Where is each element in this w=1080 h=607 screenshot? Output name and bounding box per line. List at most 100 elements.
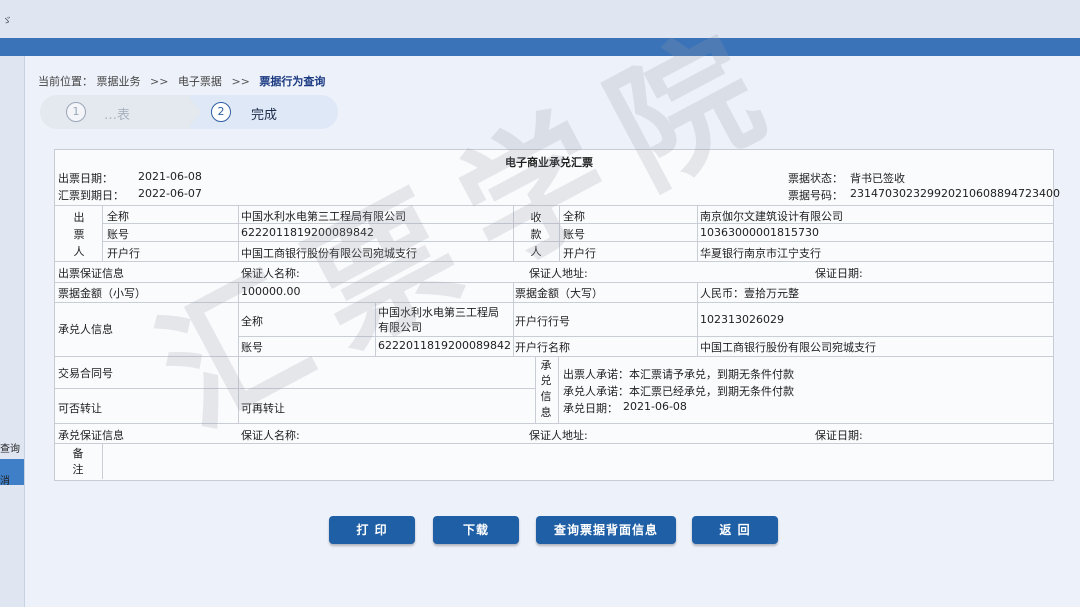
grid-line: [513, 205, 514, 261]
grid-line: [697, 205, 698, 261]
grid-line: [55, 388, 535, 389]
issue-guarantor-address-label: 保证人地址:: [529, 267, 588, 280]
grid-line: [559, 205, 560, 261]
grid-line: [697, 282, 698, 356]
transferable-value: 可再转让: [241, 402, 285, 415]
amount-small-label: 票据金额（小写）: [58, 287, 146, 300]
sidebar: 查询 消: [0, 56, 25, 607]
breadcrumb-item[interactable]: 票据业务: [97, 75, 141, 88]
breadcrumb-current: 票据行为查询: [259, 75, 326, 88]
breadcrumb: 当前位置： 票据业务 >> 电子票据 >> 票据行为查询: [38, 73, 325, 89]
payee-fullname-label: 全称: [563, 210, 585, 223]
acceptance-label-char: 信: [540, 390, 552, 403]
transferable-label: 可否转让: [58, 402, 102, 415]
grid-line: [55, 282, 1053, 283]
acceptor-account: 6222011819200089842: [378, 339, 511, 352]
payee-label-char: 人: [530, 245, 542, 258]
step-number: 2: [211, 102, 231, 122]
acceptance-label-char: 兑: [540, 374, 552, 387]
acceptor-fullname-line1: 中国水利水电第三工程局: [378, 306, 499, 319]
payee-account-label: 账号: [563, 228, 585, 241]
top-header: ゞ: [0, 0, 1080, 38]
status-value: 背书已签收: [850, 172, 905, 185]
grid-line: [513, 282, 514, 356]
acceptor-bank-name: 中国工商银行股份有限公司宛城支行: [700, 341, 876, 354]
acceptor-fullname-line2: 有限公司: [378, 321, 422, 334]
accept-guarantee-date-label: 保证日期:: [815, 429, 863, 442]
drawer-account-label: 账号: [107, 228, 129, 241]
breadcrumb-separator: >>: [231, 75, 250, 88]
print-button[interactable]: 打 印: [329, 516, 415, 544]
bill-title: 电子商业承兑汇票: [505, 156, 593, 169]
drawer-label-char: 出: [73, 211, 85, 224]
drawer-fullname: 中国水利水电第三工程局有限公司: [241, 210, 406, 223]
grid-line: [55, 443, 1053, 444]
payee-bank-label: 开户行: [563, 247, 596, 260]
amount-big: 人民币：壹拾万元整: [700, 287, 799, 300]
drawer-label-char: 票: [73, 228, 85, 241]
sidebar-item-cancel[interactable]: 消: [0, 472, 24, 487]
accept-guarantor-address-label: 保证人地址:: [529, 429, 588, 442]
step-arrow: [186, 95, 202, 129]
payee-label-char: 收: [530, 211, 542, 224]
breadcrumb-item[interactable]: 电子票据: [178, 75, 222, 88]
acceptor-bank-name-label: 开户行名称: [515, 341, 570, 354]
sidebar-item-query[interactable]: 查询: [0, 440, 24, 455]
bill-panel: 电子商业承兑汇票 出票日期： 2021-06-08 汇票到期日： 2022-06…: [54, 149, 1060, 481]
grid-line: [535, 356, 536, 423]
step-number: 1: [66, 102, 86, 122]
issue-date: 2021-06-08: [138, 170, 202, 183]
drawer-label-char: 人: [73, 245, 85, 258]
status-label: 票据状态：: [788, 172, 843, 185]
acceptor-bank-no: 102313026029: [700, 313, 784, 326]
payee-fullname: 南京伽尔文建筑设计有限公司: [700, 210, 843, 223]
breadcrumb-prefix: 当前位置：: [38, 75, 93, 88]
issue-date-label: 出票日期：: [58, 172, 113, 185]
due-date: 2022-06-07: [138, 187, 202, 200]
breadcrumb-separator: >>: [150, 75, 169, 88]
grid-line: [375, 302, 376, 356]
step-label: 完成: [251, 108, 278, 123]
payee-account: 10363000001815730: [700, 226, 819, 239]
acceptor-promise: 承兑人承诺：本汇票已经承兑，到期无条件付款: [563, 385, 794, 398]
nav-bar: [0, 38, 1080, 56]
grid-line: [55, 261, 1053, 262]
acceptance-date: 2021-06-08: [623, 400, 687, 413]
issue-guarantor-name-label: 保证人名称:: [241, 267, 300, 280]
acceptance-label-char: 息: [540, 406, 552, 419]
bill-number: 231470302329920210608894723400: [850, 187, 1060, 200]
amount-small: 100000.00: [241, 285, 301, 298]
grid-line: [558, 356, 559, 423]
acceptor-bank-no-label: 开户行行号: [515, 315, 570, 328]
header-mark: ゞ: [2, 16, 12, 27]
acceptance-label-char: 承: [540, 359, 552, 372]
grid-line: [238, 282, 239, 423]
contract-label: 交易合同号: [58, 367, 113, 380]
drawer-account: 622201181920008984​2: [241, 226, 374, 239]
grid-line: [102, 205, 103, 261]
grid-line: [102, 443, 103, 479]
amount-big-label: 票据金额（大写）: [515, 287, 603, 300]
accept-guarantor-name-label: 保证人名称:: [241, 429, 300, 442]
grid-line: [55, 205, 1053, 206]
back-button[interactable]: 返 回: [692, 516, 778, 544]
acceptor-fullname-label: 全称: [241, 315, 263, 328]
step-label: …表: [104, 108, 131, 123]
accept-guarantee-label: 承兑保证信息: [58, 429, 124, 442]
drawer-bank: 中国工商银行股份有限公司宛城支行: [241, 247, 417, 260]
query-back-info-button[interactable]: 查询票据背面信息: [536, 516, 676, 544]
grid-line: [238, 336, 1053, 337]
grid-line: [55, 302, 1053, 303]
grid-line: [238, 205, 239, 261]
drawer-promise: 出票人承诺：本汇票请予承兑，到期无条件付款: [563, 368, 794, 381]
acceptor-info-label: 承兑人信息: [58, 323, 113, 336]
grid-line: [55, 356, 1053, 357]
grid-line: [55, 423, 1053, 424]
bill-number-label: 票据号码：: [788, 189, 843, 202]
download-button[interactable]: 下载: [433, 516, 519, 544]
issue-guarantee-date-label: 保证日期:: [815, 267, 863, 280]
progress-steps: 1 …表 2 完成: [40, 95, 338, 129]
drawer-bank-label: 开户行: [107, 247, 140, 260]
acceptance-date-label: 承兑日期：: [563, 402, 618, 415]
remark-label-char: 注: [72, 463, 84, 476]
